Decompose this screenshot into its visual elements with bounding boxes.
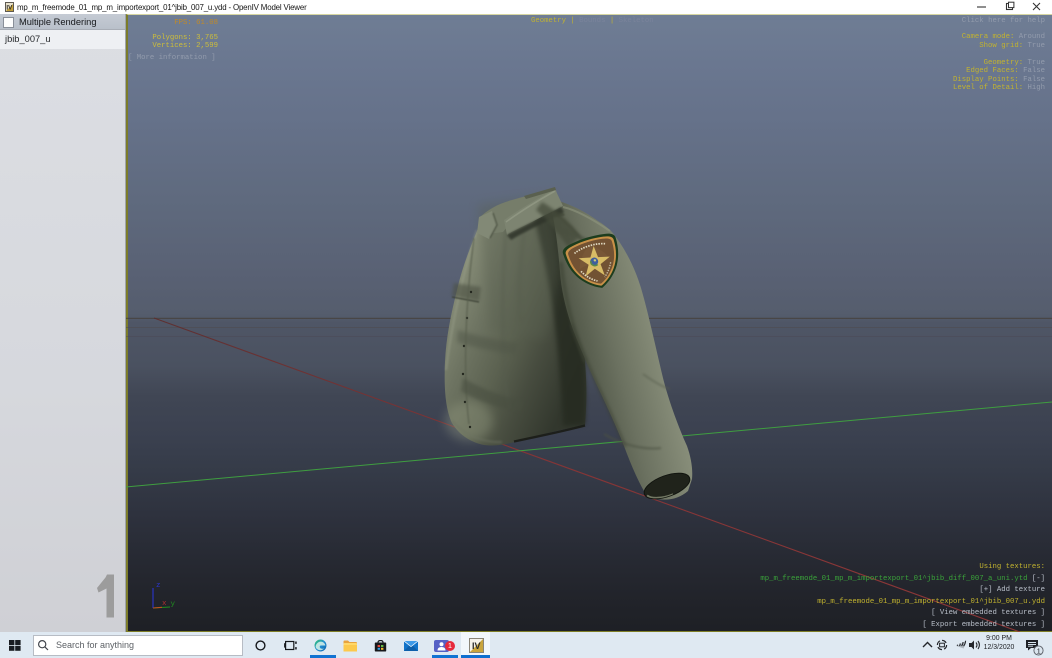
svg-text:IV: IV bbox=[6, 5, 13, 12]
svg-text:IV: IV bbox=[472, 641, 481, 651]
svg-text:z: z bbox=[156, 582, 161, 590]
svg-text:y: y bbox=[171, 601, 176, 609]
svg-text:x: x bbox=[162, 600, 167, 608]
svg-text:1: 1 bbox=[1037, 646, 1041, 655]
